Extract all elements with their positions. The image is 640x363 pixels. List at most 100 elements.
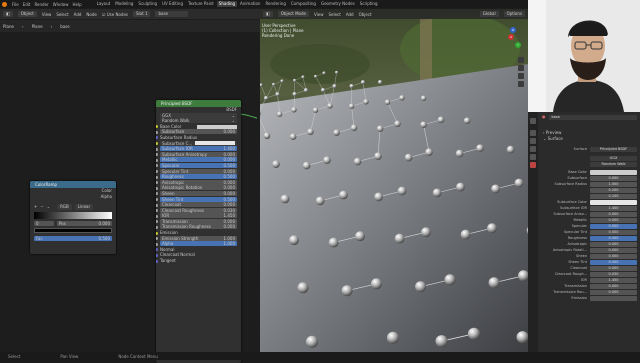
input-socket[interactable] xyxy=(156,181,158,185)
bsdf-specular-tint-field[interactable]: Specular Tint 0.000 xyxy=(156,168,237,174)
prop-roughness-field[interactable]: 0.500 xyxy=(590,235,637,241)
prop-sub-field[interactable]: 0.100 xyxy=(590,193,637,199)
prop-sub-field[interactable]: 0.200 xyxy=(590,187,637,193)
prop-sheen-tint-field[interactable]: 0.500 xyxy=(590,259,637,265)
prop-transmission-rou-field[interactable]: 0.000 xyxy=(590,289,637,295)
viewport-view-menu[interactable]: View xyxy=(314,12,324,17)
color-ramp-header[interactable]: ColorRamp xyxy=(30,181,116,188)
transform-orientation-dropdown[interactable]: Global xyxy=(479,11,499,17)
prop-emission-field[interactable] xyxy=(590,295,637,301)
input-socket[interactable] xyxy=(156,192,158,196)
stop-index-field[interactable]: 0 xyxy=(34,220,54,226)
bsdf-transmission-field[interactable]: Transmission 0.000 xyxy=(156,218,237,224)
menu-file[interactable]: File xyxy=(12,2,19,7)
breadcrumb-item-material[interactable]: base xyxy=(60,24,70,29)
prop-sheen-field[interactable]: 0.000 xyxy=(590,253,637,259)
color-swatch[interactable] xyxy=(195,141,235,146)
options-dropdown[interactable]: Options xyxy=(503,11,525,17)
input-socket[interactable] xyxy=(156,142,158,146)
output-tab-icon[interactable] xyxy=(530,138,536,144)
remove-stop-icon[interactable]: − xyxy=(40,204,43,210)
input-socket[interactable] xyxy=(156,259,158,263)
base-color-swatch[interactable] xyxy=(197,124,237,129)
slot-dropdown[interactable]: Slot 1 xyxy=(133,11,151,17)
prop-transmission-field[interactable]: 0.000 xyxy=(590,283,637,289)
fac-field[interactable]: Fac 0.500 xyxy=(34,236,112,242)
tab-animation[interactable]: Animation xyxy=(238,1,262,7)
input-socket[interactable] xyxy=(156,130,158,134)
ramp-mode-dropdown[interactable]: RGB xyxy=(57,204,72,211)
input-socket[interactable] xyxy=(156,170,158,174)
bsdf-metallic-field[interactable]: Metallic 0.000 xyxy=(156,157,237,163)
use-nodes-checkbox[interactable]: ☑ Use Nodes xyxy=(102,12,128,17)
breadcrumb-item-plane[interactable]: Plane xyxy=(3,24,14,29)
input-socket[interactable] xyxy=(156,136,158,140)
input-socket[interactable] xyxy=(156,231,158,235)
gradient-bar[interactable] xyxy=(34,211,112,219)
prop-subsurface-ior-field[interactable]: 1.400 xyxy=(590,205,637,211)
editor-type-button[interactable]: ◧ xyxy=(3,11,13,17)
prop-specular-tint-field[interactable]: 0.000 xyxy=(590,229,637,235)
prop-subsurface-aniso-field[interactable]: 0.000 xyxy=(590,211,637,217)
bsdf-subsurface-ior-field[interactable]: Subsurface IOR 1.400 xyxy=(156,146,237,152)
pan-hand-icon[interactable] xyxy=(518,65,524,71)
input-socket[interactable] xyxy=(156,237,158,241)
scene-tab-icon[interactable] xyxy=(530,146,536,152)
stop-pos-field[interactable]: Pos 0.000 xyxy=(57,220,112,226)
gizmo-z-axis[interactable]: Z xyxy=(510,27,516,33)
bsdf-clearcoat-roughness-field[interactable]: Clearcoat Roughness 0.030 xyxy=(156,207,237,213)
tab-scripting[interactable]: Scripting xyxy=(358,1,380,7)
prop-specular-field[interactable]: 0.500 xyxy=(590,223,637,229)
prop-clearcoat-field[interactable]: 0.000 xyxy=(590,265,637,271)
tab-compositing[interactable]: Compositing xyxy=(289,1,318,7)
input-socket[interactable] xyxy=(156,147,158,151)
prop-clearcoat-rough-field[interactable]: 0.030 xyxy=(590,271,637,277)
input-socket[interactable] xyxy=(156,198,158,201)
tab-shading[interactable]: Shading xyxy=(216,1,238,7)
prop-anisotropic-rotati-field[interactable]: 0.000 xyxy=(590,247,637,253)
node-view-menu[interactable]: View xyxy=(42,12,52,17)
menu-edit[interactable]: Edit xyxy=(23,2,31,7)
stop-color-swatch[interactable] xyxy=(34,228,112,234)
bsdf-emission-strength-field[interactable]: Emission Strength 1.000 xyxy=(156,235,237,241)
prop-metallic-field[interactable]: 0.000 xyxy=(590,217,637,223)
input-socket[interactable] xyxy=(156,225,158,229)
bsdf-alpha-field[interactable]: Alpha 1.000 xyxy=(156,241,237,247)
bsdf-sheen-field[interactable]: Sheen 0.000 xyxy=(156,190,237,196)
add-stop-icon[interactable]: + xyxy=(34,204,37,210)
node-add-menu[interactable]: Add xyxy=(74,12,82,17)
object-tab-icon[interactable] xyxy=(530,154,536,160)
node-select-menu[interactable]: Select xyxy=(56,12,68,17)
input-socket[interactable] xyxy=(156,175,158,179)
prop-subsurface-color-field[interactable] xyxy=(590,199,637,205)
breadcrumb-item-mesh[interactable]: Plane xyxy=(32,24,43,29)
viewport-add-menu[interactable]: Add xyxy=(346,12,354,17)
input-socket[interactable] xyxy=(156,253,158,257)
input-socket[interactable] xyxy=(156,153,158,157)
camera-icon[interactable] xyxy=(518,73,524,79)
material-name-field[interactable]: base xyxy=(548,114,637,120)
input-socket[interactable] xyxy=(156,164,158,168)
prop-subsurface-radius-field[interactable]: 1.000 xyxy=(590,181,637,187)
prop-distribution-dropdown[interactable]: GGX xyxy=(590,155,637,161)
bsdf-roughness-field[interactable]: Roughness 0.500 xyxy=(156,174,237,180)
bsdf-subsurface-c-color[interactable]: Subsurface C... xyxy=(156,140,237,146)
input-socket[interactable] xyxy=(156,158,158,162)
input-socket[interactable] xyxy=(156,220,158,224)
ramp-interp-dropdown[interactable]: Linear xyxy=(74,204,94,211)
bsdf-anisotropic-rotation-field[interactable]: Anisotropic Rotation 0.000 xyxy=(156,185,237,191)
prop-ior-field[interactable]: 1.450 xyxy=(590,277,637,283)
bsdf-clearcoat-field[interactable]: Clearcoat 0.000 xyxy=(156,202,237,208)
bsdf-header[interactable]: Principled BSDF xyxy=(156,100,241,107)
menu-help[interactable]: Help xyxy=(72,2,81,7)
bsdf-specular-field[interactable]: Specular 0.500 xyxy=(156,162,237,168)
surface-section[interactable]: ⌄ Surface xyxy=(540,136,640,142)
tab-layout[interactable]: Layout xyxy=(95,1,113,7)
surface-shader-field[interactable]: Principled BSDF xyxy=(590,146,637,152)
ramp-menu-icon[interactable]: ⌄ xyxy=(47,204,50,210)
menu-render[interactable]: Render xyxy=(34,2,48,7)
input-socket[interactable] xyxy=(156,214,158,218)
3d-viewport[interactable]: User Perspective (1) Collection | Plane … xyxy=(260,9,528,352)
tab-uv-editing[interactable]: UV Editing xyxy=(160,1,185,7)
tab-rendering[interactable]: Rendering xyxy=(263,1,287,7)
